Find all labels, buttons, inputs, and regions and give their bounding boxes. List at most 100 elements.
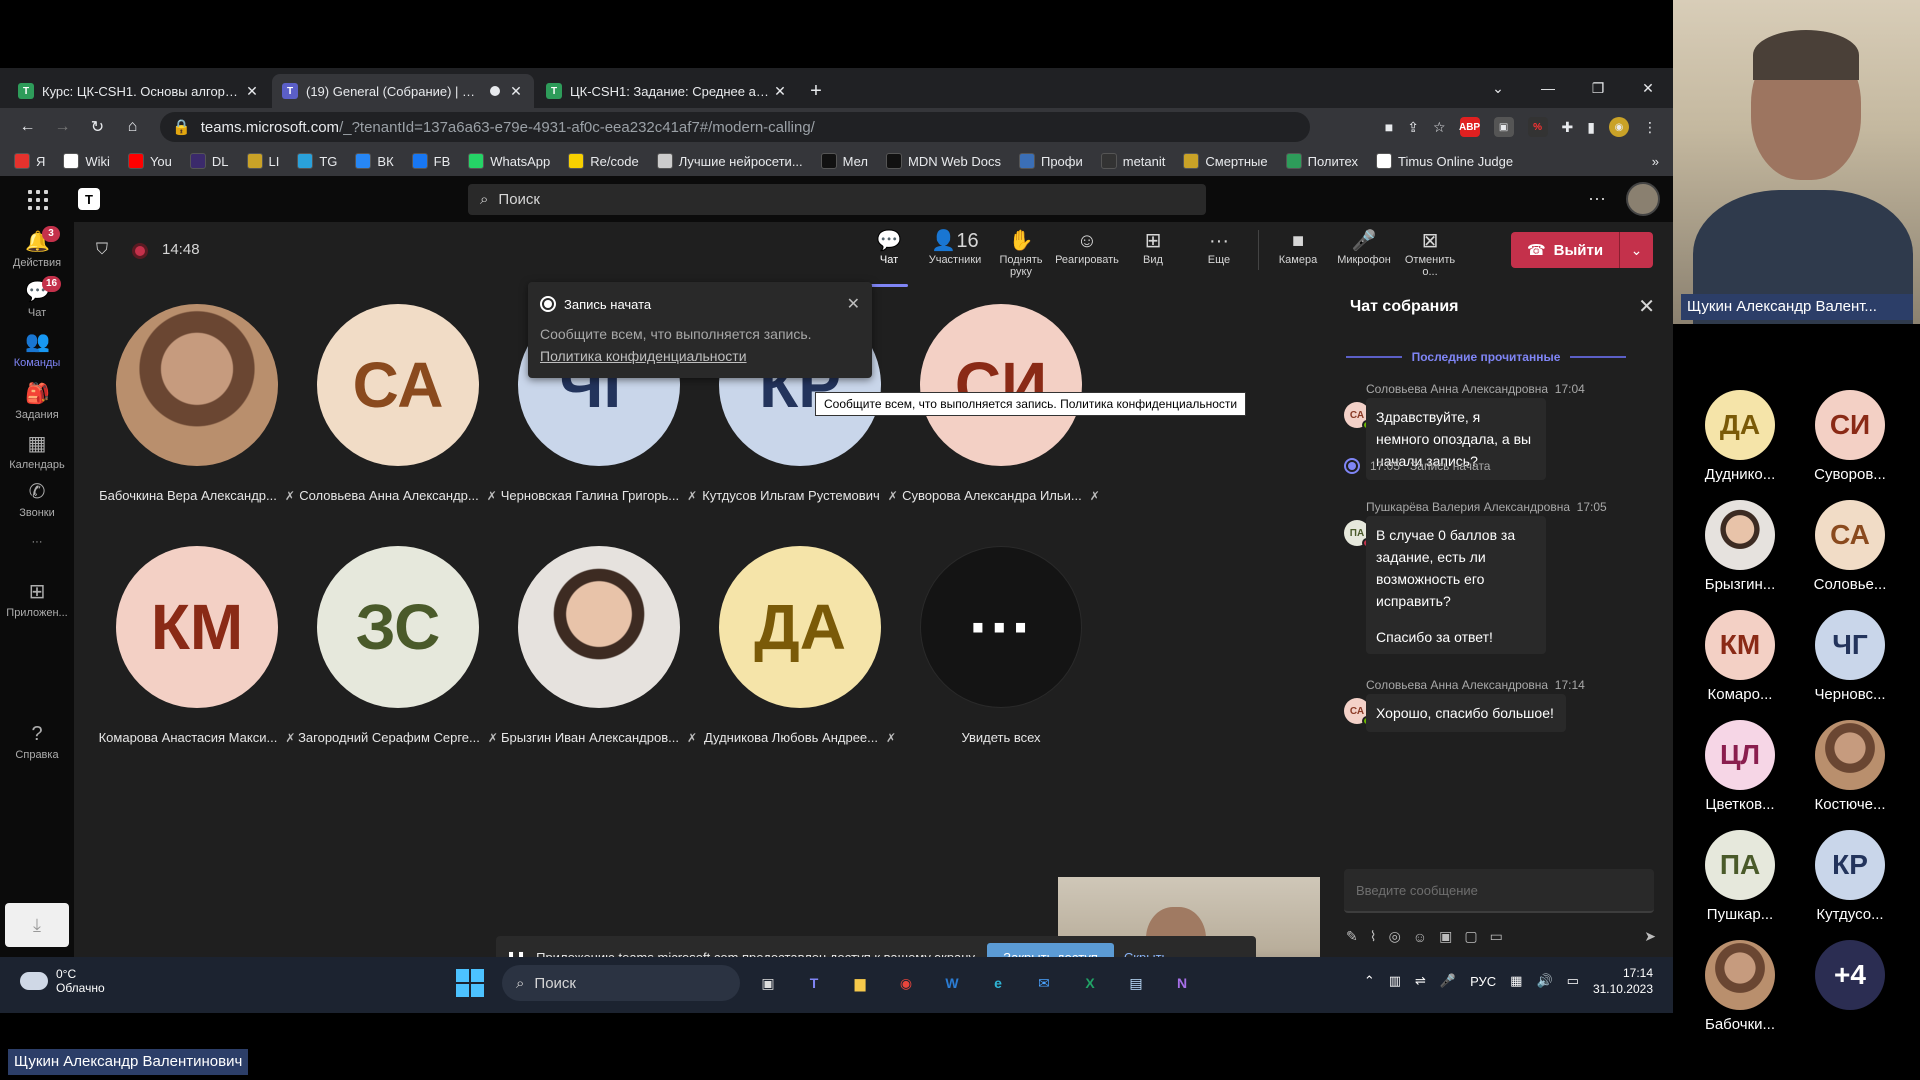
- language-indicator[interactable]: РУС: [1470, 974, 1496, 989]
- rail-bell[interactable]: 🔔 Действия 3: [0, 226, 74, 269]
- word-icon[interactable]: W: [934, 965, 970, 1001]
- tab-close-icon[interactable]: ✕: [244, 83, 260, 100]
- network-icon[interactable]: ▦: [1510, 973, 1522, 989]
- bookmarks-more[interactable]: »: [1652, 154, 1659, 169]
- rail-teams[interactable]: 👥 Команды: [0, 330, 74, 369]
- puzzle-icon[interactable]: ✚: [1562, 119, 1574, 136]
- rail-apps[interactable]: ⊞ Приложен...: [0, 580, 74, 619]
- forward-icon[interactable]: →: [45, 118, 80, 136]
- control-mic[interactable]: 🎤 Микрофон: [1331, 228, 1397, 278]
- gif-icon[interactable]: ▣: [1439, 928, 1452, 945]
- bookmark-item[interactable]: Wiki: [63, 153, 110, 169]
- format-icon[interactable]: ✎: [1346, 928, 1358, 945]
- rail-phone[interactable]: ✆ Звонки: [0, 480, 74, 519]
- reload-icon[interactable]: ↻: [80, 117, 115, 137]
- loop-icon[interactable]: ◎: [1389, 928, 1401, 945]
- notepad-icon[interactable]: ▤: [1118, 965, 1154, 1001]
- extension-badge-icon[interactable]: %: [1527, 117, 1548, 137]
- send-icon[interactable]: ➤: [1644, 928, 1656, 945]
- control-smile[interactable]: ☺ Реагировать: [1054, 228, 1120, 278]
- browser-tab[interactable]: Т Курс: ЦК-CSH1. Основы алгоритмизации✕: [8, 74, 270, 108]
- back-icon[interactable]: ←: [10, 118, 45, 136]
- tab-search-icon[interactable]: ⌄: [1473, 80, 1523, 97]
- bookmark-item[interactable]: Я: [14, 153, 45, 169]
- bookmark-item[interactable]: Re/code: [568, 153, 639, 169]
- rail-more[interactable]: ···: [0, 536, 74, 548]
- close-chat-icon[interactable]: ✕: [1638, 294, 1655, 319]
- adblock-icon[interactable]: ABP: [1459, 117, 1480, 137]
- side-participant[interactable]: Костюче...: [1795, 720, 1905, 813]
- excel-icon[interactable]: X: [1072, 965, 1108, 1001]
- star-icon[interactable]: ☆: [1433, 119, 1446, 136]
- camera-blocked-icon[interactable]: ■: [1385, 119, 1393, 135]
- sliders-icon[interactable]: ⇌: [1415, 973, 1426, 989]
- bookmark-item[interactable]: Лучшие нейросети...: [656, 153, 803, 169]
- close-window-icon[interactable]: ✕: [1623, 80, 1673, 97]
- control-chat[interactable]: 💬 Чат: [856, 228, 922, 287]
- teams-app-icon[interactable]: T: [796, 965, 832, 1001]
- edge-icon[interactable]: e: [980, 965, 1016, 1001]
- side-participant[interactable]: КР Кутдусо...: [1795, 830, 1905, 923]
- bookmark-item[interactable]: Политех: [1285, 153, 1358, 169]
- visual-studio-icon[interactable]: N: [1164, 965, 1200, 1001]
- bookmark-item[interactable]: Профи: [1018, 153, 1083, 169]
- chrome-icon[interactable]: ◉: [888, 965, 924, 1001]
- minimize-icon[interactable]: —: [1523, 80, 1573, 96]
- chat-compose-input[interactable]: Введите сообщение: [1344, 869, 1654, 913]
- browser-tab[interactable]: Т ЦК-CSH1: Задание: Среднее арифметическо…: [536, 74, 798, 108]
- extension-icon[interactable]: ▣: [1493, 117, 1514, 137]
- side-participant[interactable]: Бабочки...: [1685, 940, 1795, 1033]
- address-bar[interactable]: 🔒 teams.microsoft.com/_?tenantId=137a6a6…: [160, 112, 1310, 142]
- side-participant[interactable]: ДА Дуднико...: [1685, 390, 1795, 483]
- attach-icon[interactable]: ⌇: [1370, 928, 1377, 945]
- control-people[interactable]: 👤16 Участники: [922, 228, 988, 278]
- weather-widget[interactable]: 0°C Облачно: [20, 967, 105, 995]
- control-more[interactable]: ··· Еще: [1186, 228, 1252, 278]
- task-view-icon[interactable]: ▣: [750, 965, 786, 1001]
- close-icon[interactable]: ✕: [847, 294, 860, 314]
- side-participant[interactable]: +4: [1795, 940, 1905, 1010]
- bookmark-item[interactable]: TG: [297, 153, 337, 169]
- start-icon[interactable]: [456, 969, 484, 997]
- chat-message[interactable]: В случае 0 баллов за задание, есть ли во…: [1366, 516, 1546, 654]
- side-participant[interactable]: ЦЛ Цветков...: [1685, 720, 1795, 813]
- download-icon[interactable]: ⤓: [5, 903, 69, 947]
- rail-help[interactable]: ? Справка: [0, 722, 74, 761]
- side-participant[interactable]: СА Соловье...: [1795, 500, 1905, 593]
- teams-search-input[interactable]: ⌕ Поиск: [468, 184, 1206, 215]
- bookmark-item[interactable]: LI: [246, 153, 279, 169]
- side-participant[interactable]: Брызгин...: [1685, 500, 1795, 593]
- control-hand[interactable]: ✋ Поднять руку: [988, 228, 1054, 278]
- side-participant[interactable]: СИ Суворов...: [1795, 390, 1905, 483]
- bookmark-item[interactable]: Timus Online Judge: [1375, 153, 1513, 169]
- meter-icon[interactable]: ▥: [1389, 973, 1401, 989]
- mail-icon[interactable]: ✉: [1026, 965, 1062, 1001]
- menu-icon[interactable]: ⋮: [1643, 119, 1657, 136]
- volume-icon[interactable]: 🔊: [1536, 973, 1552, 989]
- restore-icon[interactable]: ❐: [1573, 80, 1623, 97]
- browser-tab[interactable]: T (19) General (Собрание) | Microsoft Tea…: [272, 74, 534, 108]
- bookmark-item[interactable]: Смертные: [1183, 153, 1268, 169]
- leave-button[interactable]: ☎ Выйти: [1511, 232, 1619, 268]
- clock[interactable]: 17:14 31.10.2023: [1593, 965, 1653, 997]
- bookmark-item[interactable]: ВК: [355, 153, 394, 169]
- share-icon[interactable]: ⇪: [1407, 119, 1419, 136]
- bookmark-item[interactable]: WhatsApp: [468, 153, 550, 169]
- mic-icon[interactable]: 🎤: [1440, 973, 1456, 989]
- user-avatar[interactable]: [1626, 182, 1660, 216]
- control-stop-share[interactable]: ⊠ Отменить о...: [1397, 228, 1463, 278]
- leave-dropdown-icon[interactable]: ⌄: [1619, 232, 1653, 268]
- bookmark-item[interactable]: DL: [189, 153, 229, 169]
- sticker-icon[interactable]: ▢: [1464, 928, 1477, 945]
- bookmark-item[interactable]: MDN Web Docs: [886, 153, 1001, 169]
- bookmark-item[interactable]: FB: [411, 153, 450, 169]
- settings-more-icon[interactable]: ···: [1588, 188, 1606, 209]
- chevron-up-icon[interactable]: ⌃: [1364, 973, 1375, 989]
- active-speaker-video[interactable]: [1673, 0, 1920, 324]
- video-clip-icon[interactable]: ▭: [1490, 928, 1503, 945]
- chat-message[interactable]: Хорошо, спасибо большое!: [1366, 694, 1566, 732]
- side-participant[interactable]: КМ Комаро...: [1685, 610, 1795, 703]
- control-camera[interactable]: ■ Камера: [1265, 228, 1331, 278]
- bookmark-item[interactable]: Мел: [820, 153, 868, 169]
- battery-icon[interactable]: ▭: [1567, 973, 1579, 989]
